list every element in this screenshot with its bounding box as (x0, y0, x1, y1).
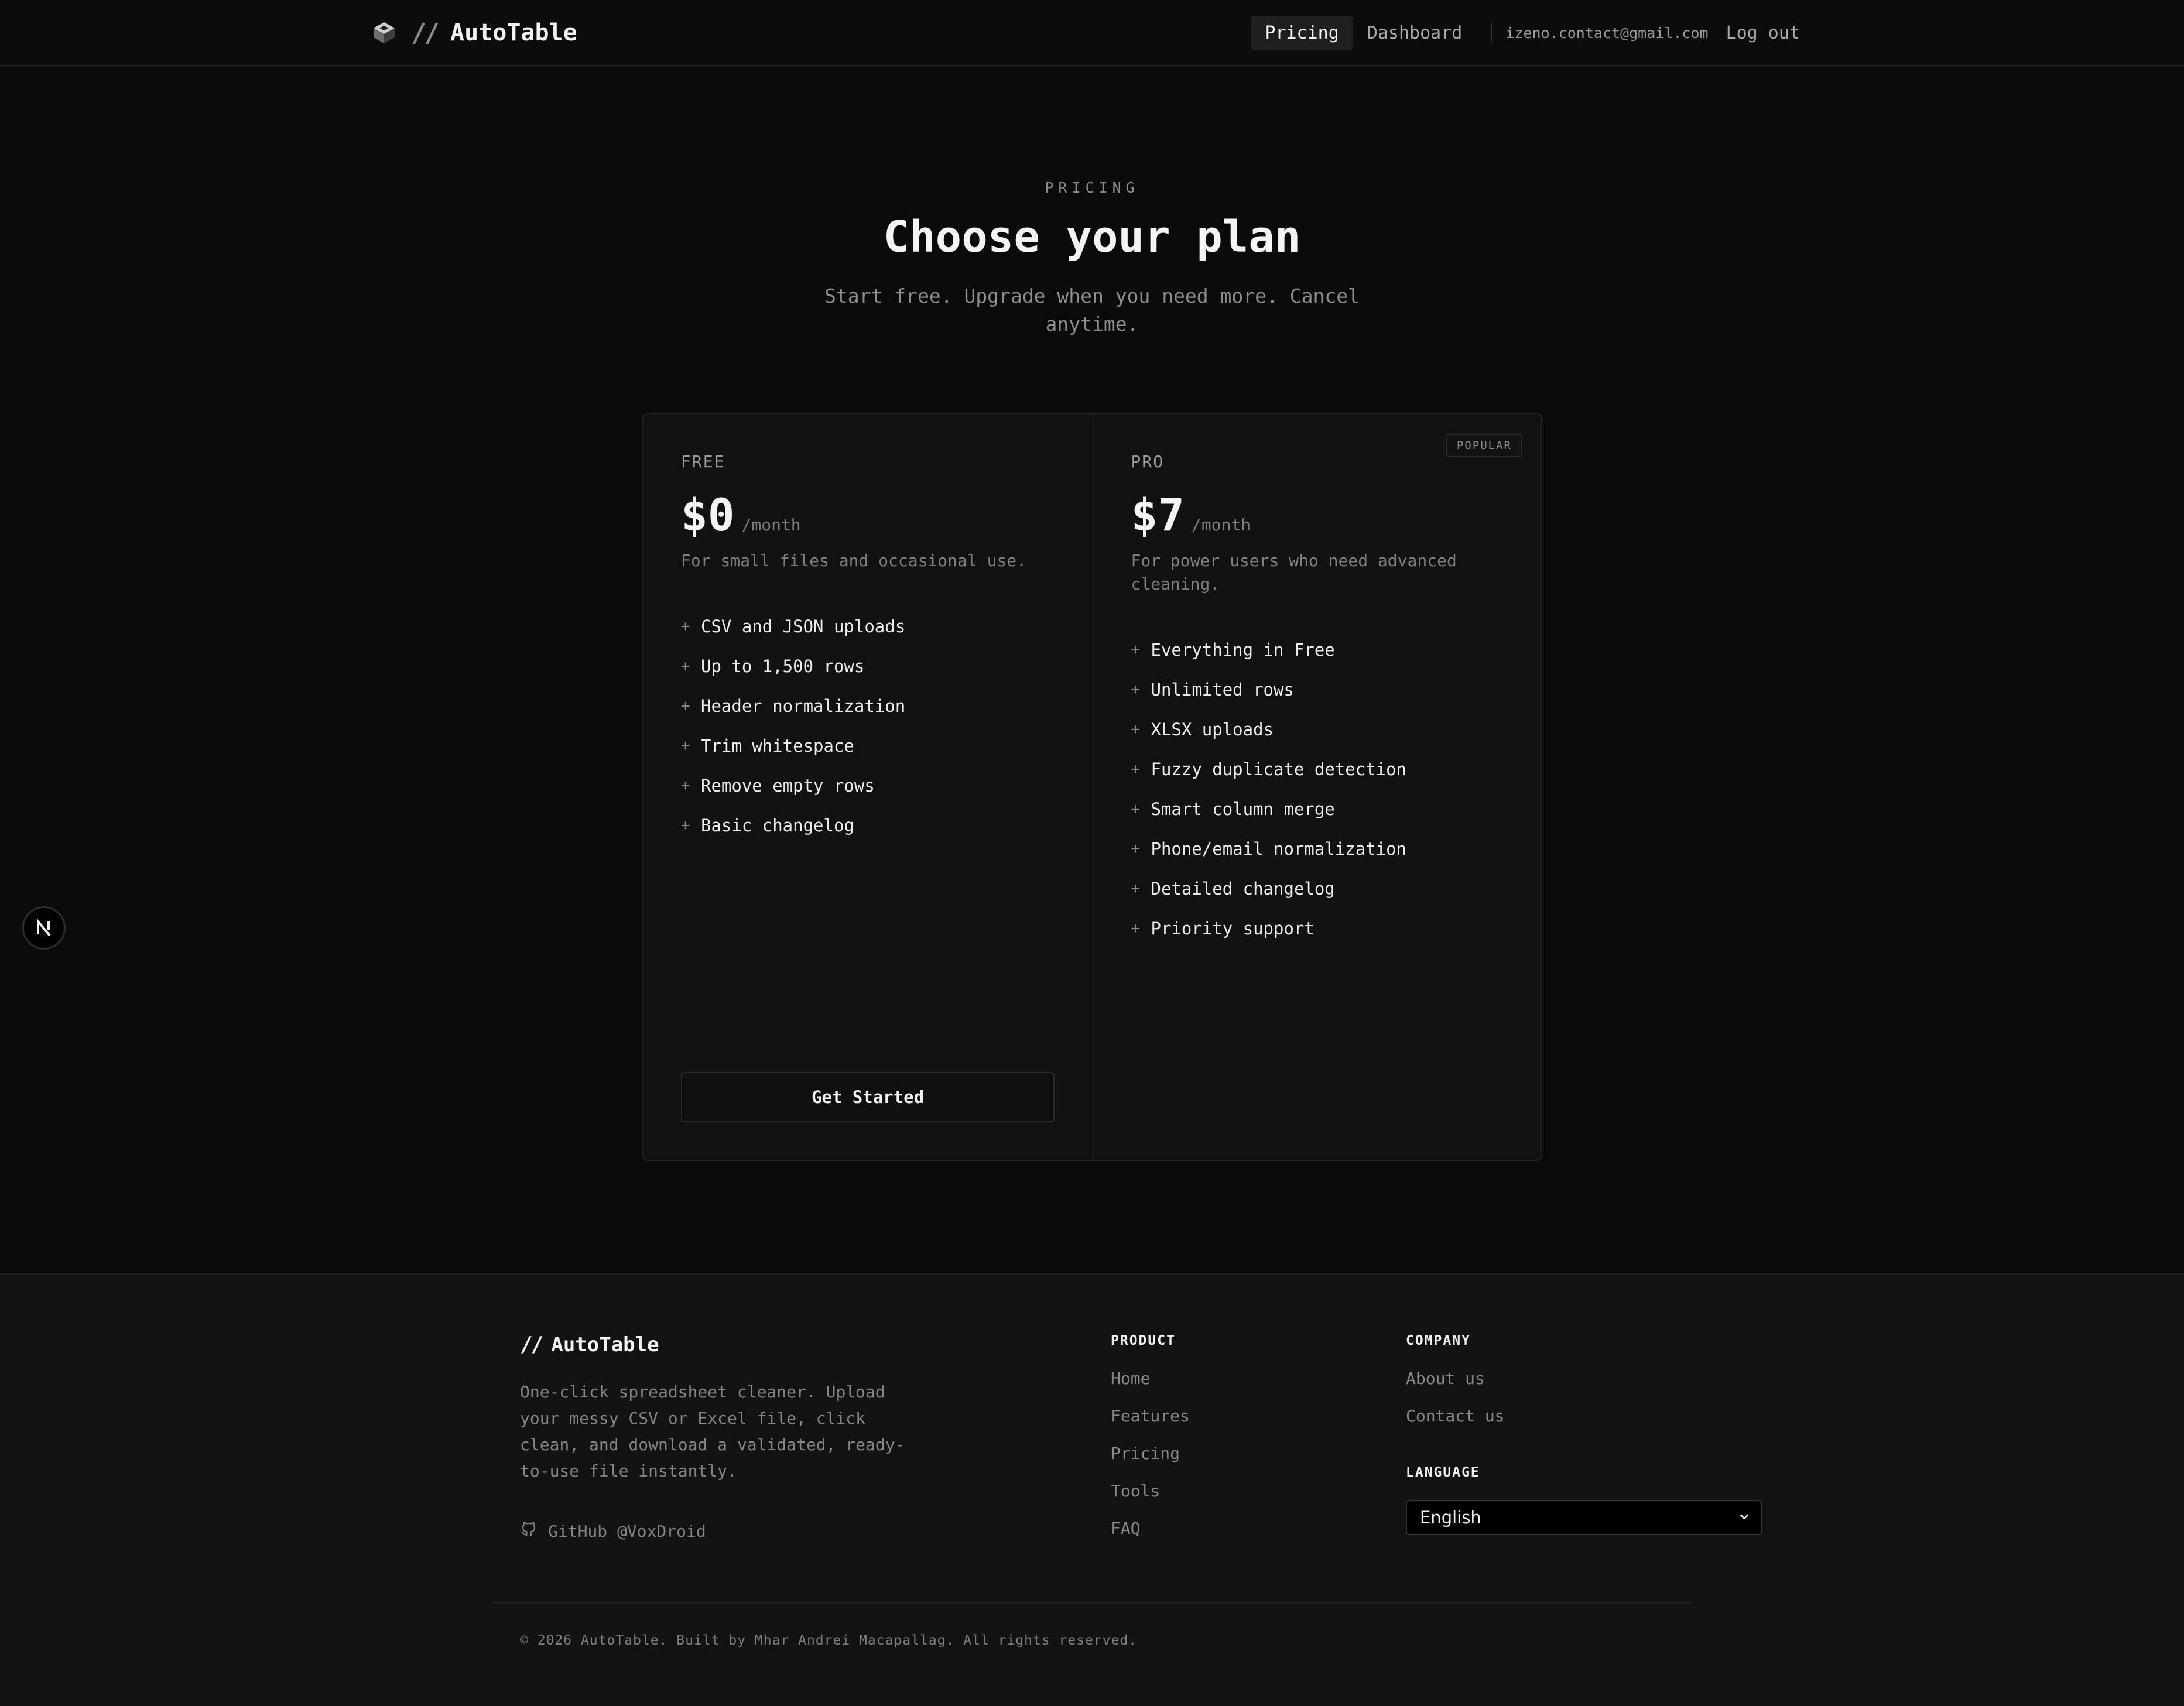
plan-card-free: FREE $0 /month For small files and occas… (643, 414, 1093, 1160)
plus-icon: + (1131, 681, 1141, 698)
nav-actions: Pricing Dashboard izeno.contact@gmail.co… (1251, 14, 1800, 52)
plus-icon: + (681, 697, 690, 715)
plan-price-row: $7 /month (1131, 489, 1504, 541)
footer-link-tools[interactable]: Tools (1111, 1478, 1190, 1516)
feature-label: CSV and JSON uploads (701, 616, 906, 636)
top-nav: // AutoTable Pricing Dashboard izeno.con… (0, 0, 2184, 66)
feature-label: Everything in Free (1151, 640, 1335, 660)
feature-item: + Up to 1,500 rows (681, 646, 1055, 686)
get-started-button[interactable]: Get Started (681, 1072, 1055, 1122)
feature-label: XLSX uploads (1151, 720, 1274, 739)
feature-item: + Detailed changelog (1131, 869, 1504, 909)
plan-period: /month (741, 515, 801, 535)
chevron-down-icon (1738, 1508, 1751, 1527)
footer-language-heading: LANGUAGE (1406, 1465, 1480, 1480)
footer-link-pricing[interactable]: Pricing (1111, 1441, 1190, 1478)
footer-product-heading: PRODUCT (1111, 1333, 1176, 1348)
plus-icon: + (1131, 920, 1141, 937)
feature-label: Header normalization (701, 696, 906, 716)
popular-badge: POPULAR (1446, 434, 1522, 457)
brand-slash: // (411, 18, 440, 48)
footer-company-column: COMPANY About us Contact us (1406, 1333, 1505, 1441)
hero-subtitle: Start free. Upgrade when you need more. … (824, 285, 1360, 335)
feature-item: + Remove empty rows (681, 766, 1055, 806)
nav-link-dashboard[interactable]: Dashboard (1353, 16, 1477, 50)
feature-item: + CSV and JSON uploads (681, 607, 1055, 646)
brand-link[interactable]: // AutoTable (370, 14, 577, 52)
plan-description: For power users who need advanced cleani… (1131, 551, 1457, 594)
feature-item: + Priority support (1131, 909, 1504, 948)
footer-link-features[interactable]: Features (1111, 1403, 1190, 1441)
footer-brand-name: AutoTable (551, 1332, 659, 1356)
footer-link-home[interactable]: Home (1111, 1366, 1190, 1403)
plan-price: $0 (681, 489, 735, 541)
plus-icon: + (681, 777, 690, 794)
feature-label: Detailed changelog (1151, 879, 1335, 899)
plan-feature-list: + CSV and JSON uploads + Up to 1,500 rows … (681, 607, 1055, 845)
plan-feature-list: + Everything in Free + Unlimited rows + XLS… (1131, 630, 1504, 948)
feature-item: + Basic changelog (681, 806, 1055, 845)
plus-icon: + (681, 737, 690, 755)
footer-link-about[interactable]: About us (1406, 1366, 1505, 1403)
feature-item: + Unlimited rows (1131, 670, 1504, 710)
footer-company-heading: COMPANY (1406, 1333, 1471, 1348)
nextjs-icon[interactable] (22, 906, 66, 950)
github-link[interactable]: GitHub @VoxDroid (520, 1520, 706, 1542)
feature-label: Priority support (1151, 919, 1314, 938)
footer-link-contact[interactable]: Contact us (1406, 1403, 1505, 1441)
footer-divider (493, 1602, 1692, 1603)
pricing-plans: FREE $0 /month For small files and occas… (642, 413, 1542, 1161)
footer-brand-slash: // (520, 1332, 543, 1356)
github-icon (520, 1520, 538, 1542)
brand-name: AutoTable (450, 19, 577, 46)
feature-label: Up to 1,500 rows (701, 656, 865, 676)
plan-name: FREE (681, 452, 725, 471)
feature-label: Smart column merge (1151, 799, 1335, 819)
user-email: izeno.contact@gmail.com (1505, 24, 1709, 42)
site-footer: // AutoTable One-click spreadsheet clean… (0, 1273, 2184, 1706)
footer-brand[interactable]: // AutoTable (520, 1332, 659, 1356)
feature-item: + XLSX uploads (1131, 710, 1504, 749)
feature-item: + Phone/email normalization (1131, 829, 1504, 869)
feature-item: + Everything in Free (1131, 630, 1504, 670)
plan-period: /month (1192, 515, 1251, 535)
plus-icon: + (681, 618, 690, 635)
github-label: GitHub @VoxDroid (548, 1522, 706, 1541)
feature-label: Remove empty rows (701, 776, 875, 796)
feature-label: Basic changelog (701, 816, 854, 835)
plus-icon: + (1131, 880, 1141, 897)
plan-card-pro: POPULAR PRO $7 /month For power users wh… (1092, 414, 1542, 1160)
plus-icon: + (1131, 721, 1141, 738)
feature-label: Trim whitespace (701, 736, 854, 756)
footer-product-column: PRODUCT Home Features Pricing Tools FAQ (1111, 1333, 1190, 1553)
plan-price: $7 (1131, 489, 1185, 541)
copyright: © 2026 AutoTable. Built by Mhar Andrei M… (520, 1633, 1138, 1648)
footer-link-faq[interactable]: FAQ (1111, 1516, 1190, 1553)
language-selected: English (1420, 1508, 1481, 1527)
plus-icon: + (681, 657, 690, 675)
feature-item: + Trim whitespace (681, 726, 1055, 766)
language-select[interactable]: English (1406, 1500, 1762, 1535)
plus-icon: + (1131, 840, 1141, 858)
logout-button[interactable]: Log out (1726, 23, 1800, 43)
feature-item: + Header normalization (681, 686, 1055, 726)
page-title: Choose your plan (883, 212, 1301, 262)
nav-link-pricing[interactable]: Pricing (1251, 15, 1353, 50)
cube-icon (370, 19, 398, 47)
plus-icon: + (1131, 760, 1141, 778)
plan-description: For small files and occasional use. (681, 551, 1027, 570)
feature-label: Unlimited rows (1151, 680, 1294, 700)
feature-item: + Fuzzy duplicate detection (1131, 749, 1504, 789)
plus-icon: + (1131, 800, 1141, 818)
hero-eyebrow: PRICING (1045, 179, 1139, 196)
plus-icon: + (681, 817, 690, 834)
footer-description: One-click spreadsheet cleaner. Upload yo… (520, 1382, 905, 1481)
feature-item: + Smart column merge (1131, 789, 1504, 829)
nav-divider (1491, 23, 1493, 43)
feature-label: Fuzzy duplicate detection (1151, 759, 1407, 779)
plan-price-row: $0 /month (681, 489, 1055, 541)
feature-label: Phone/email normalization (1151, 839, 1407, 859)
plus-icon: + (1131, 641, 1141, 659)
